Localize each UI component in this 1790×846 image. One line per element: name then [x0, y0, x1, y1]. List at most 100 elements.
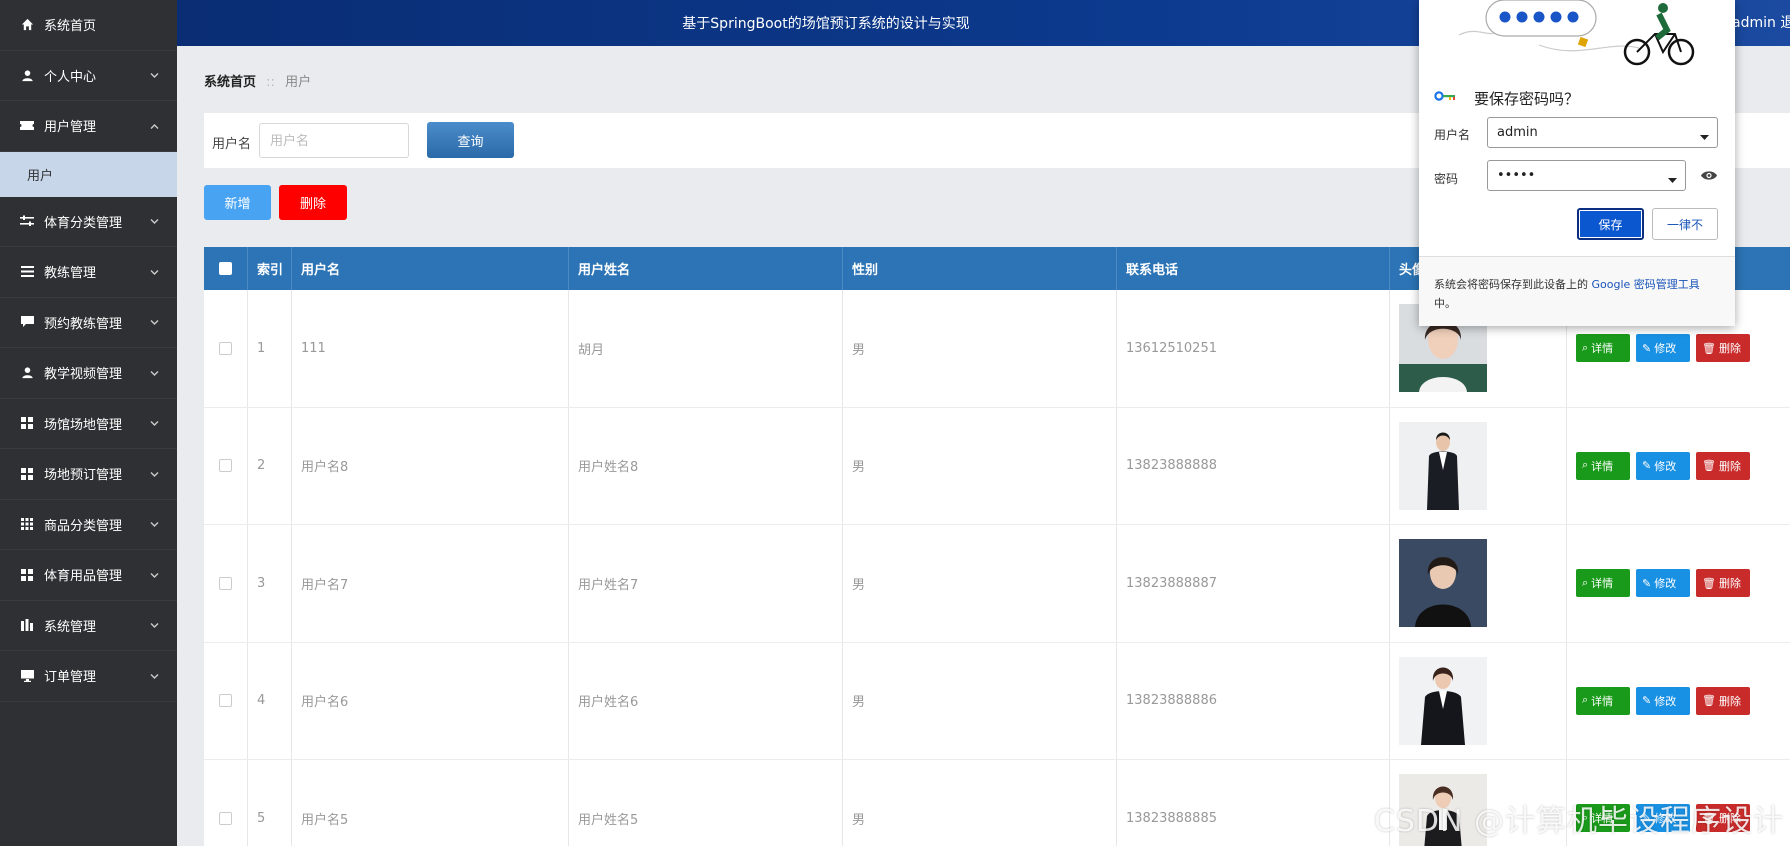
- detail-button[interactable]: ⌕ 详情: [1576, 334, 1630, 363]
- password-manager-link[interactable]: Google 密码管理工具: [1592, 278, 1700, 291]
- sidebar-item-teaching-video[interactable]: 教学视频管理: [0, 348, 177, 399]
- search-icon: ⌕: [1582, 576, 1589, 589]
- sidebar-item-orders[interactable]: 订单管理: [0, 651, 177, 702]
- chevron-down-icon: [150, 315, 159, 330]
- row-checkbox[interactable]: [219, 576, 232, 590]
- edit-label: 修改: [1654, 460, 1677, 473]
- grid-icon: [20, 416, 34, 430]
- row-checkbox[interactable]: [219, 341, 232, 355]
- page-title: 基于SpringBoot的场馆预订系统的设计与实现: [682, 16, 970, 32]
- search-button[interactable]: 查询: [427, 122, 514, 158]
- remove-label: 删除: [1718, 343, 1741, 356]
- dropdown-caret-icon: [1700, 130, 1709, 145]
- show-password-icon[interactable]: [1701, 170, 1717, 185]
- user-menu[interactable]: admin 退: [1732, 12, 1790, 32]
- sidebar-item-coach-booking[interactable]: 预约教练管理: [0, 298, 177, 348]
- grid-icon: [20, 568, 34, 582]
- save-password-button[interactable]: 保存: [1577, 208, 1644, 240]
- cell-gender: 男: [843, 760, 1117, 846]
- edit-button[interactable]: ✎ 修改: [1636, 686, 1690, 715]
- chevron-down-icon: [150, 416, 159, 431]
- row-select-cell: [204, 525, 248, 642]
- chevron-down-icon: [150, 567, 159, 582]
- sidebar-item-label: 商品分类管理: [44, 518, 123, 534]
- cell-username: 用户名5: [292, 760, 569, 846]
- sidebar-item-venue-booking[interactable]: 场地预订管理: [0, 449, 177, 500]
- chevron-down-icon: [150, 466, 159, 481]
- detail-label: 详情: [1591, 460, 1614, 473]
- cell-index: 3: [248, 525, 292, 642]
- chevron-down-icon: [150, 618, 159, 633]
- sidebar-item-label: 系统管理: [44, 619, 97, 635]
- select-all-checkbox[interactable]: [219, 262, 232, 275]
- breadcrumb-home[interactable]: 系统首页: [204, 75, 256, 90]
- cell-name: 用户姓名7: [569, 525, 843, 642]
- cell-actions: ⌕ 详情 ✎ 修改 🗑 删除: [1567, 408, 1790, 525]
- add-button[interactable]: 新增: [204, 185, 271, 220]
- cell-phone: 13823888887: [1117, 525, 1390, 642]
- sidebar-item-label: 教练管理: [44, 266, 97, 282]
- cell-index: 5: [248, 760, 292, 846]
- row-checkbox[interactable]: [219, 811, 232, 825]
- sidebar-item-home[interactable]: 系统首页: [0, 0, 177, 51]
- breadcrumb-separator: ::: [266, 75, 275, 90]
- remove-label: 删除: [1718, 695, 1741, 708]
- detail-button[interactable]: ⌕ 详情: [1576, 569, 1630, 598]
- sidebar-item-system[interactable]: 系统管理: [0, 601, 177, 651]
- trash-icon: 🗑: [1702, 577, 1716, 590]
- chevron-down-icon: [150, 214, 159, 229]
- sidebar: 系统首页 个人中心 用户管理 用户 体育分类管理 教练管理 预约教练管理 教学视…: [0, 0, 177, 846]
- user-icon: [20, 68, 34, 82]
- cell-username: 用户名6: [292, 642, 569, 759]
- chevron-down-icon: [150, 365, 159, 380]
- pencil-icon: ✎: [1642, 460, 1652, 473]
- never-button[interactable]: 一律不: [1652, 208, 1718, 240]
- dropdown-caret-icon: [1668, 173, 1677, 188]
- cell-avatar: [1390, 642, 1567, 759]
- delete-button[interactable]: 删除: [279, 185, 347, 220]
- sidebar-item-coach[interactable]: 教练管理: [0, 247, 177, 298]
- search-input[interactable]: [259, 123, 409, 158]
- cell-username: 111: [292, 290, 569, 407]
- breadcrumb: 系统首页 :: 用户: [204, 71, 311, 90]
- sidebar-item-label: 个人中心: [44, 69, 97, 85]
- sidebar-item-label: 场馆场地管理: [44, 417, 123, 433]
- remove-button[interactable]: 🗑 删除: [1696, 451, 1750, 480]
- footer-end: 中。: [1434, 297, 1456, 310]
- row-select-cell: [204, 760, 248, 846]
- sidebar-subitem-user[interactable]: 用户: [0, 151, 177, 197]
- remove-button[interactable]: 🗑 删除: [1696, 334, 1750, 363]
- chevron-down-icon: [150, 668, 159, 683]
- sidebar-item-goods-category[interactable]: 商品分类管理: [0, 500, 177, 550]
- detail-button[interactable]: ⌕ 详情: [1576, 686, 1630, 715]
- sidebar-item-label: 订单管理: [44, 670, 97, 686]
- sidebar-item-sport-goods[interactable]: 体育用品管理: [0, 550, 177, 601]
- remove-button[interactable]: 🗑 删除: [1696, 569, 1750, 598]
- edit-button[interactable]: ✎ 修改: [1636, 569, 1690, 598]
- sidebar-item-profile[interactable]: 个人中心: [0, 51, 177, 101]
- sidebar-item-label: 体育用品管理: [44, 569, 123, 585]
- sidebar-item-sport-category[interactable]: 体育分类管理: [0, 197, 177, 247]
- dialog-footer: 系统会将密码保存到此设备上的 Google 密码管理工具中。: [1419, 256, 1735, 326]
- remove-label: 删除: [1718, 460, 1741, 473]
- row-checkbox[interactable]: [219, 459, 232, 473]
- footer-text: 系统会将密码保存到此设备上的: [1434, 278, 1592, 291]
- header-phone: 联系电话: [1117, 247, 1390, 290]
- cell-name: 用户姓名8: [569, 407, 843, 524]
- row-checkbox[interactable]: [219, 694, 232, 708]
- cell-name: 用户姓名6: [569, 642, 843, 759]
- sidebar-item-user-management[interactable]: 用户管理: [0, 101, 177, 152]
- remove-button[interactable]: 🗑 删除: [1696, 686, 1750, 715]
- sidebar-item-venue[interactable]: 场馆场地管理: [0, 399, 177, 449]
- row-select-cell: [204, 290, 248, 407]
- password-select[interactable]: •••••: [1487, 160, 1686, 191]
- username-select[interactable]: admin: [1487, 117, 1718, 148]
- cell-gender: 男: [843, 290, 1117, 407]
- trash-icon: 🗑: [1702, 695, 1716, 708]
- edit-button[interactable]: ✎ 修改: [1636, 334, 1690, 363]
- edit-button[interactable]: ✎ 修改: [1636, 451, 1690, 480]
- row-select-cell: [204, 642, 248, 759]
- cell-phone: 13823888885: [1117, 760, 1390, 846]
- sidebar-item-label: 体育分类管理: [44, 215, 123, 231]
- detail-button[interactable]: ⌕ 详情: [1576, 451, 1630, 480]
